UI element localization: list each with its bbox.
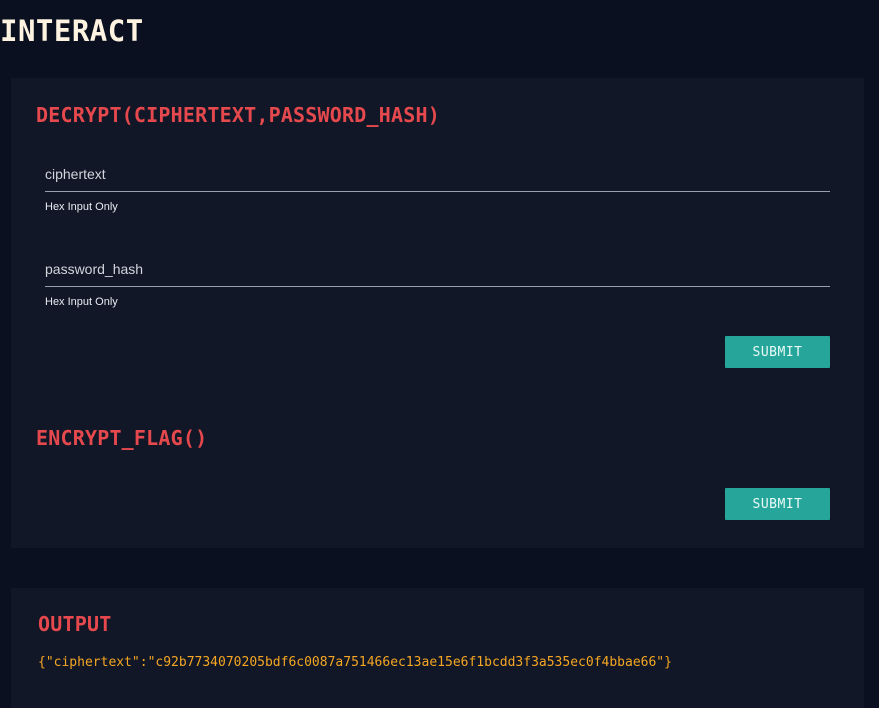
password-hash-helper-text: Hex Input Only [45,296,118,308]
ciphertext-input[interactable] [45,156,830,192]
output-card: OUTPUT {"ciphertext":"c92b7734070205bdf6… [11,588,864,708]
output-text: {"ciphertext":"c92b7734070205bdf6c0087a7… [38,655,672,670]
decrypt-function-title: DECRYPT(CIPHERTEXT,PASSWORD_HASH) [36,103,440,127]
encrypt-flag-submit-button[interactable]: SUBMIT [725,488,830,520]
encrypt-flag-function-title: ENCRYPT_FLAG() [36,426,208,450]
password-hash-input[interactable] [45,251,830,287]
decrypt-submit-button[interactable]: SUBMIT [725,336,830,368]
password-hash-field: Hex Input Only [45,251,830,309]
page: INTERACT DECRYPT(CIPHERTEXT,PASSWORD_HAS… [0,0,879,708]
output-title: OUTPUT [38,612,112,636]
ciphertext-helper-text: Hex Input Only [45,201,118,213]
ciphertext-field: Hex Input Only [45,156,830,214]
page-title: INTERACT [0,14,144,48]
interact-card: DECRYPT(CIPHERTEXT,PASSWORD_HASH) Hex In… [11,78,864,548]
